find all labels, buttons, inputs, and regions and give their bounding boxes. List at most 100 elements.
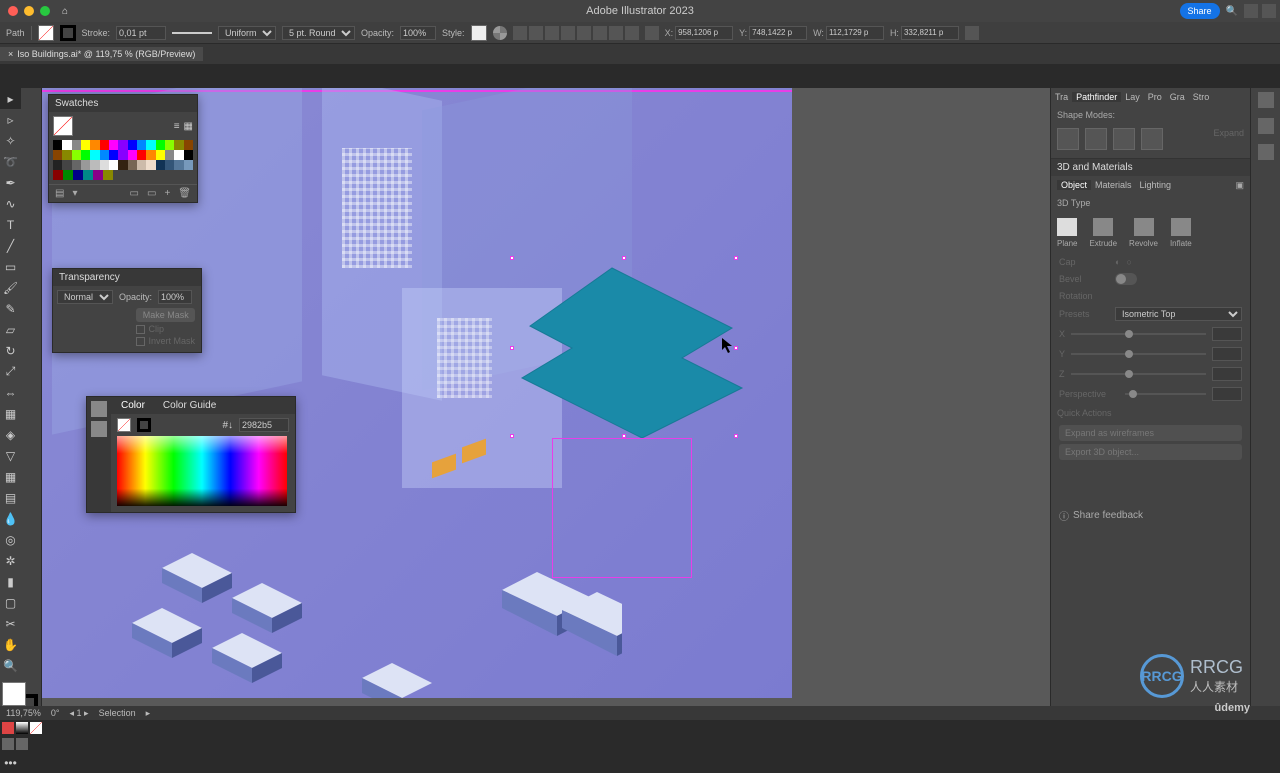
align-middle-icon[interactable] (577, 26, 591, 40)
color-stroke-swatch[interactable] (137, 418, 151, 432)
swatch-cell[interactable] (81, 160, 90, 170)
color-mode-icon[interactable] (2, 722, 14, 734)
home-icon[interactable]: ⌂ (62, 6, 68, 17)
color-fill-swatch[interactable] (117, 418, 131, 432)
brush-select[interactable]: 5 pt. Round (282, 26, 355, 40)
close-tab-icon[interactable]: × (8, 49, 13, 59)
opacity-input[interactable] (400, 26, 436, 40)
normal-screen-icon[interactable] (2, 738, 14, 750)
swatches-panel[interactable]: Swatches ≡ ▦ ▤ ▾ ▭ ▭ + (48, 94, 198, 203)
swatch-cell[interactable] (72, 140, 81, 150)
swatch-cell[interactable] (128, 150, 137, 160)
transform-tab[interactable]: Tra (1051, 92, 1072, 102)
perspective-input[interactable] (1212, 387, 1242, 401)
arrange-docs-icon[interactable] (1244, 4, 1258, 18)
bevel-toggle[interactable] (1115, 273, 1137, 285)
swatch-cell[interactable] (73, 170, 83, 180)
swatch-cell[interactable] (81, 140, 90, 150)
swatch-cell[interactable] (100, 140, 109, 150)
magic-wand-tool[interactable]: ✧ (0, 130, 21, 151)
swatch-lib-icon[interactable]: ▤ (55, 188, 64, 199)
swatch-cell[interactable] (156, 160, 165, 170)
swatch-cell[interactable] (128, 160, 137, 170)
selection-tool[interactable]: ▸ (0, 88, 21, 109)
swatch-cell[interactable] (90, 140, 99, 150)
layers-icon[interactable] (1258, 118, 1274, 134)
blend-tool[interactable]: ◎ (0, 529, 21, 550)
type-tool[interactable]: T (0, 214, 21, 235)
eyedropper-tool[interactable]: 💧 (0, 508, 21, 529)
rectangle-tool[interactable]: ▭ (0, 256, 21, 277)
column-graph-tool[interactable]: ▮ (0, 571, 21, 592)
swatch-cell[interactable] (118, 140, 127, 150)
axis-z-input[interactable] (1212, 367, 1242, 381)
stroke-weight-input[interactable] (116, 26, 166, 40)
unite-icon[interactable] (1057, 128, 1079, 150)
h-input[interactable] (901, 26, 959, 40)
paintbrush-tool[interactable]: 🖌 (0, 277, 21, 298)
search-icon[interactable]: 🔍 (1226, 6, 1238, 17)
align-left-icon[interactable] (513, 26, 527, 40)
swatch-cell[interactable] (103, 170, 113, 180)
swatch-cell[interactable] (100, 160, 109, 170)
align-right-icon[interactable] (545, 26, 559, 40)
swatch-cell[interactable] (53, 140, 62, 150)
none-mode-icon[interactable] (30, 722, 42, 734)
axis-x-input[interactable] (1212, 327, 1242, 341)
document-tab[interactable]: × Iso Buildings.ai* @ 119,75 % (RGB/Prev… (0, 47, 203, 61)
color-guide-tab[interactable]: Color Guide (159, 400, 220, 411)
swatch-cell[interactable] (174, 160, 183, 170)
swatch-cell[interactable] (184, 140, 193, 150)
symbol-sprayer-tool[interactable]: ✲ (0, 550, 21, 571)
color-panel[interactable]: Color Color Guide #↓ (86, 396, 296, 513)
stroke-profile-select[interactable]: Uniform (218, 26, 276, 40)
hex-input[interactable] (239, 418, 289, 432)
swatch-cell[interactable] (53, 160, 62, 170)
shape-builder-tool[interactable]: ◈ (0, 424, 21, 445)
align-bottom-icon[interactable] (593, 26, 607, 40)
shaper-tool[interactable]: ✎ (0, 298, 21, 319)
swatch-cell[interactable] (156, 150, 165, 160)
gradient-tab[interactable]: Gra (1166, 92, 1189, 102)
cap-off-icon[interactable]: ○ (1126, 257, 1131, 267)
swatch-cell[interactable] (165, 160, 174, 170)
full-screen-icon[interactable] (16, 738, 28, 750)
revolve-button[interactable]: Revolve (1129, 218, 1158, 248)
share-button[interactable]: Share (1180, 3, 1220, 19)
swatch-cell[interactable] (109, 140, 118, 150)
swatch-cell[interactable] (156, 140, 165, 150)
color-spectrum[interactable] (117, 436, 287, 506)
swatch-cell[interactable] (137, 150, 146, 160)
materials-tab[interactable]: Materials (1091, 180, 1136, 190)
swatch-cell[interactable] (128, 140, 137, 150)
swatch-cell[interactable] (63, 170, 73, 180)
blend-mode-select[interactable]: Normal (57, 290, 113, 304)
close-window-icon[interactable] (8, 6, 18, 16)
swatch-cell[interactable] (53, 150, 62, 160)
mesh-tool[interactable]: ▦ (0, 466, 21, 487)
artboard-number[interactable]: 1 (77, 708, 82, 718)
zoom-level[interactable]: 119,75% (6, 708, 41, 718)
swatch-cell[interactable] (146, 140, 155, 150)
w-input[interactable] (826, 26, 884, 40)
lighting-tab[interactable]: Lighting (1136, 180, 1176, 190)
transparency-panel[interactable]: Transparency Normal Opacity: Make Mask C… (52, 268, 202, 353)
color-panel-icon[interactable] (91, 401, 107, 417)
swatch-cell[interactable] (165, 140, 174, 150)
swatch-cell[interactable] (146, 150, 155, 160)
render-icon[interactable]: ▣ (1235, 180, 1244, 191)
artboard-tool[interactable]: ▢ (0, 592, 21, 613)
minus-front-icon[interactable] (1085, 128, 1107, 150)
swatch-cell[interactable] (62, 140, 71, 150)
object-tab[interactable]: Object (1057, 180, 1091, 190)
swatch-cell[interactable] (174, 150, 183, 160)
stroke-profile-preview[interactable] (172, 32, 212, 34)
curvature-tool[interactable]: ∿ (0, 193, 21, 214)
swatch-cell[interactable] (109, 150, 118, 160)
swatches-grid-icon[interactable]: ▦ (184, 121, 193, 132)
rotation-value[interactable]: 0° (51, 708, 60, 718)
canvas[interactable]: Swatches ≡ ▦ ▤ ▾ ▭ ▭ + (42, 88, 1050, 706)
cap-on-icon[interactable]: ◐ (1115, 257, 1120, 267)
swatch-cell[interactable] (53, 170, 63, 180)
invert-mask-checkbox[interactable] (136, 337, 145, 346)
